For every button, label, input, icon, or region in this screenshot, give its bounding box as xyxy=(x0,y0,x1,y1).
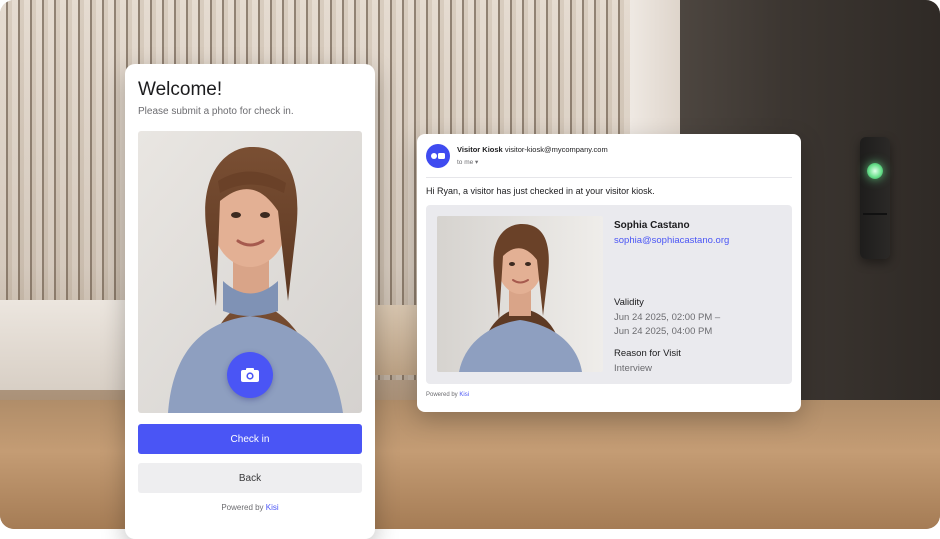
back-button[interactable]: Back xyxy=(138,463,362,493)
powered-by-text: Powered by xyxy=(426,392,460,398)
reader-seam xyxy=(863,213,887,215)
sender-address: visitor-kiosk@mycompany.com xyxy=(504,145,608,154)
visitor-email-link[interactable]: sophia@sophiacastano.org xyxy=(614,235,729,246)
background-furniture xyxy=(0,300,130,390)
kiosk-checkin-card: Welcome! Please submit a photo for check… xyxy=(125,64,375,539)
page-title: Welcome! xyxy=(138,79,223,100)
recipient-toggle[interactable]: to me ▾ xyxy=(457,158,478,166)
sender-name: Visitor Kiosk xyxy=(457,145,503,154)
visitor-photo xyxy=(437,216,603,372)
visitor-details-panel: Sophia Castano sophia@sophiacastano.org … xyxy=(426,205,792,384)
powered-by-footer: Powered by Kisi xyxy=(125,503,375,512)
visitor-name: Sophia Castano xyxy=(614,220,690,231)
reason-label: Reason for Visit xyxy=(614,348,681,359)
door-reader-icon xyxy=(860,137,890,259)
camera-icon xyxy=(241,368,259,382)
validity-label: Validity xyxy=(614,297,644,308)
kisi-logo-icon xyxy=(426,144,450,168)
reader-status-light xyxy=(867,163,883,179)
take-photo-button[interactable] xyxy=(227,352,273,398)
check-in-button[interactable]: Check in xyxy=(138,424,362,454)
page-subtitle: Please submit a photo for check in. xyxy=(138,106,294,117)
email-notification-card: Visitor Kiosk visitor-kiosk@mycompany.co… xyxy=(417,134,801,412)
powered-by-text: Powered by xyxy=(221,503,266,512)
powered-by-footer: Powered by Kisi xyxy=(426,392,469,398)
kisi-logo-mark xyxy=(431,153,445,159)
email-sender: Visitor Kiosk visitor-kiosk@mycompany.co… xyxy=(457,145,608,154)
brand-link[interactable]: Kisi xyxy=(459,392,469,398)
divider xyxy=(426,177,792,178)
visitor-photo-image xyxy=(437,216,603,372)
reason-value: Interview xyxy=(614,363,653,374)
validity-end: Jun 24 2025, 04:00 PM xyxy=(614,326,713,337)
validity-start: Jun 24 2025, 02:00 PM – xyxy=(614,312,721,323)
brand-link[interactable]: Kisi xyxy=(266,503,279,512)
email-greeting: Hi Ryan, a visitor has just checked in a… xyxy=(426,186,655,196)
